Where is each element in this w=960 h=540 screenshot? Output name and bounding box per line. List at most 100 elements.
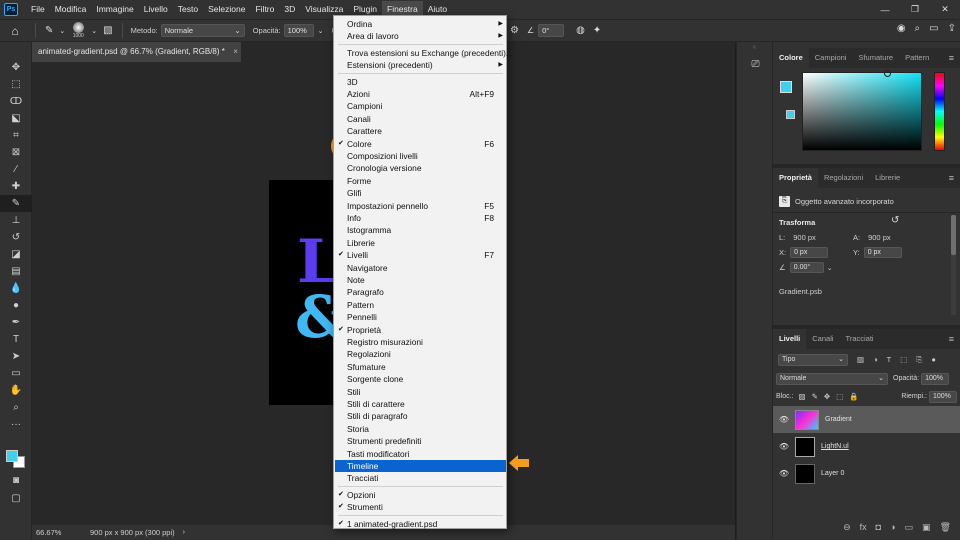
blur-tool-icon[interactable]: 💧: [0, 280, 32, 297]
clone-stamp-tool-icon[interactable]: ⊥: [0, 212, 32, 229]
quick-mask-icon[interactable]: ◙: [0, 472, 32, 489]
tab-pattern[interactable]: Pattern: [899, 48, 935, 68]
type-tool-icon[interactable]: T: [0, 331, 32, 348]
zoom-tool-icon[interactable]: ⌕: [0, 399, 32, 416]
menu-filtro[interactable]: Filtro: [250, 1, 279, 18]
menu-item-opzioni[interactable]: ✔ Opzioni: [335, 489, 506, 501]
y-input[interactable]: 0 px: [863, 247, 902, 258]
menu-modifica[interactable]: Modifica: [50, 1, 92, 18]
menu-immagine[interactable]: Immagine: [91, 1, 138, 18]
angle-input[interactable]: 0.00°: [789, 262, 824, 273]
home-icon[interactable]: ⌂: [0, 24, 30, 38]
menu-item-composizioni-livelli[interactable]: Composizioni livelli: [335, 150, 506, 162]
menu-item-propriet[interactable]: ✔ Proprietà: [335, 324, 506, 336]
minimize-button[interactable]: —: [870, 0, 900, 19]
eyedropper-tool-icon[interactable]: ⁄: [0, 161, 32, 178]
menu-item-istogramma[interactable]: Istogramma: [335, 224, 506, 236]
menu-item-canali[interactable]: Canali: [335, 113, 506, 125]
eraser-tool-icon[interactable]: ◪: [0, 246, 32, 263]
brush-preset-picker[interactable]: 1000: [67, 21, 89, 41]
hand-tool-icon[interactable]: ✋: [0, 382, 32, 399]
chevron-right-icon[interactable]: ›: [183, 529, 185, 536]
new-layer-icon[interactable]: ▣: [922, 522, 931, 536]
collapse-icon[interactable]: «: [737, 42, 772, 52]
history-brush-tool-icon[interactable]: ↺: [0, 229, 32, 246]
filter-shape-icon[interactable]: ⬚: [900, 355, 907, 365]
mode-select[interactable]: Normale ⌄: [160, 24, 245, 37]
adjustment-layer-icon[interactable]: ◑: [890, 522, 895, 536]
menu-item-timeline[interactable]: Timeline: [335, 460, 506, 473]
tab-colore[interactable]: Colore: [773, 48, 809, 68]
tab-tracciati[interactable]: Tracciati: [840, 329, 880, 349]
eye-icon[interactable]: 👁: [773, 469, 795, 478]
filter-adjust-icon[interactable]: ◑: [873, 355, 878, 365]
link-layers-icon[interactable]: ⊖: [843, 522, 851, 536]
new-group-icon[interactable]: ▭: [905, 522, 914, 536]
menu-item-cronologia-versione[interactable]: Cronologia versione: [335, 162, 506, 174]
brush-tool-icon[interactable]: ✎: [45, 25, 53, 36]
menu-item-regolazioni[interactable]: Regolazioni: [335, 348, 506, 360]
menu-item-navigatore[interactable]: Navigatore: [335, 262, 506, 274]
tab-proprieta[interactable]: Proprietà: [773, 168, 818, 188]
close-window-button[interactable]: ✕: [930, 0, 960, 19]
fill-input[interactable]: 100%: [929, 390, 957, 403]
eye-icon[interactable]: 👁: [773, 442, 795, 451]
menu-item-paragrafo[interactable]: Paragrafo: [335, 286, 506, 298]
menu-item-ordina[interactable]: Ordina ▶: [335, 18, 506, 30]
menu-item-glifi[interactable]: Glifi: [335, 187, 506, 199]
menu-item-colore[interactable]: ✔ Colore F6: [335, 138, 506, 150]
filter-smart-icon[interactable]: ⎘: [916, 355, 922, 365]
lasso-tool-icon[interactable]: ↀ: [0, 93, 32, 110]
menu-item-sorgente-clone[interactable]: Sorgente clone: [335, 373, 506, 385]
menu-item-azioni[interactable]: Azioni Alt+F9: [335, 88, 506, 100]
menu-item-tasti-modificatori[interactable]: Tasti modificatori: [335, 448, 506, 460]
color-picker-handle[interactable]: [884, 70, 891, 77]
history-panel-icon[interactable]: ⎚: [737, 52, 774, 76]
menu-3d[interactable]: 3D: [279, 1, 300, 18]
menu-item-trova-estensioni-su-exchange-precedenti[interactable]: Trova estensioni su Exchange (precedenti…: [335, 47, 513, 59]
menu-item-pattern[interactable]: Pattern: [335, 299, 506, 311]
chevron-down-icon[interactable]: ⌄: [318, 27, 324, 35]
search-icon[interactable]: ⌕: [915, 23, 921, 34]
chevron-down-icon[interactable]: ⌄: [59, 27, 65, 35]
menu-item-note[interactable]: Note: [335, 274, 506, 286]
panel-menu-icon[interactable]: ≡: [949, 48, 954, 68]
menu-item-tracciati[interactable]: Tracciati: [335, 472, 506, 484]
gradient-tool-icon[interactable]: ▤: [0, 263, 32, 280]
menu-item-impostazioni-pennello[interactable]: Impostazioni pennello F5: [335, 200, 506, 212]
object-select-tool-icon[interactable]: ⬕: [0, 110, 32, 127]
tab-campioni[interactable]: Campioni: [809, 48, 853, 68]
opacity-input[interactable]: 100%: [283, 24, 314, 37]
menu-item-livelli[interactable]: ✔ Livelli F7: [335, 249, 506, 261]
menu-file[interactable]: File: [26, 1, 50, 18]
x-input[interactable]: 0 px: [790, 247, 829, 258]
zoom-level[interactable]: 66.67%: [32, 528, 76, 537]
layer-style-icon[interactable]: fx: [860, 522, 867, 536]
filter-pixel-icon[interactable]: ▨: [857, 355, 864, 365]
layer-name[interactable]: Gradient: [825, 416, 852, 423]
menu-item-stili-di-carattere[interactable]: Stili di carattere: [335, 398, 506, 410]
tab-canali[interactable]: Canali: [806, 329, 839, 349]
menu-item-pennelli[interactable]: Pennelli: [335, 311, 506, 323]
document-tab[interactable]: animated-gradient.psd @ 66.7% (Gradient,…: [32, 42, 241, 62]
menu-item-storia[interactable]: Storia: [335, 423, 506, 435]
menu-selezione[interactable]: Selezione: [203, 1, 250, 18]
brush-settings-icon[interactable]: ▧: [103, 25, 112, 36]
chevron-down-icon[interactable]: ⌄: [827, 264, 833, 272]
menu-item-stili[interactable]: Stili: [335, 386, 506, 398]
menu-item-strumenti[interactable]: ✔ Strumenti: [335, 501, 506, 513]
panel-menu-icon[interactable]: ≡: [949, 168, 954, 188]
tab-regolazioni[interactable]: Regolazioni: [818, 168, 869, 188]
pressure-size-icon[interactable]: ◍: [576, 25, 585, 36]
more-tools-icon[interactable]: ···: [0, 416, 32, 433]
menu-item-carattere[interactable]: Carattere: [335, 125, 506, 137]
layer-row-light[interactable]: 👁 LightN.ul: [773, 433, 960, 460]
account-icon[interactable]: ◉: [897, 23, 906, 34]
opacity-input[interactable]: 100%: [921, 372, 950, 385]
foreground-color-swatch[interactable]: [780, 81, 792, 93]
height-value[interactable]: 900 px: [868, 233, 891, 242]
lock-transparent-icon[interactable]: ▨: [799, 392, 806, 401]
eye-icon[interactable]: 👁: [773, 415, 795, 424]
color-field[interactable]: [802, 70, 922, 151]
properties-scrollbar[interactable]: [951, 215, 956, 315]
